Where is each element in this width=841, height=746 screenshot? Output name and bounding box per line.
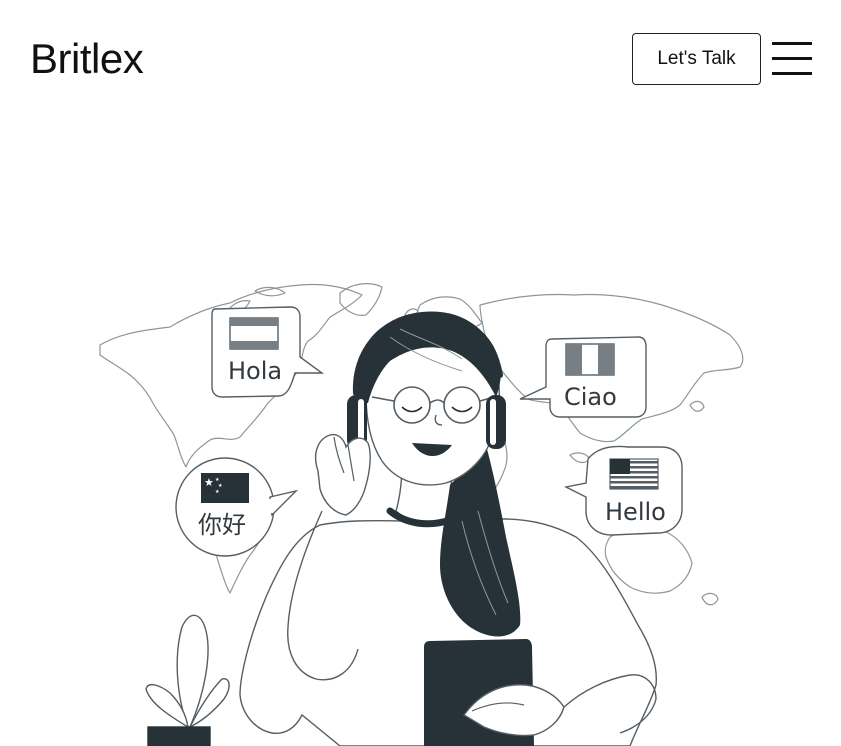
greeting-ciao: Ciao bbox=[564, 383, 617, 411]
usa-flag-icon bbox=[609, 458, 659, 490]
brand-logo[interactable]: Britlex bbox=[30, 33, 144, 85]
potted-plant bbox=[145, 614, 230, 746]
greeting-hola: Hola bbox=[228, 357, 282, 385]
hero-illustration: Hola Ciao ★ ★ ★ ★ 你好 Hello bbox=[90, 275, 755, 746]
hello-speech-bubble: Hello bbox=[563, 445, 683, 536]
spain-flag-icon bbox=[229, 317, 279, 350]
greeting-nihao: 你好 bbox=[198, 511, 246, 539]
hola-speech-bubble: Hola bbox=[211, 306, 325, 398]
ciao-speech-bubble: Ciao bbox=[519, 336, 647, 418]
china-flag-icon: ★ ★ ★ ★ bbox=[201, 473, 249, 503]
hamburger-menu-icon[interactable] bbox=[772, 40, 812, 76]
svg-text:★: ★ bbox=[204, 476, 214, 489]
page: Britlex Let's Talk Hola Ciao ★ ★ ★ ★ 你好 … bbox=[0, 0, 841, 746]
greeting-hello: Hello bbox=[605, 498, 666, 526]
lets-talk-button[interactable]: Let's Talk bbox=[632, 33, 761, 85]
svg-text:★: ★ bbox=[215, 489, 220, 495]
nihao-speech-bubble: ★ ★ ★ ★ 你好 bbox=[175, 457, 299, 557]
italy-flag-icon bbox=[565, 343, 615, 376]
